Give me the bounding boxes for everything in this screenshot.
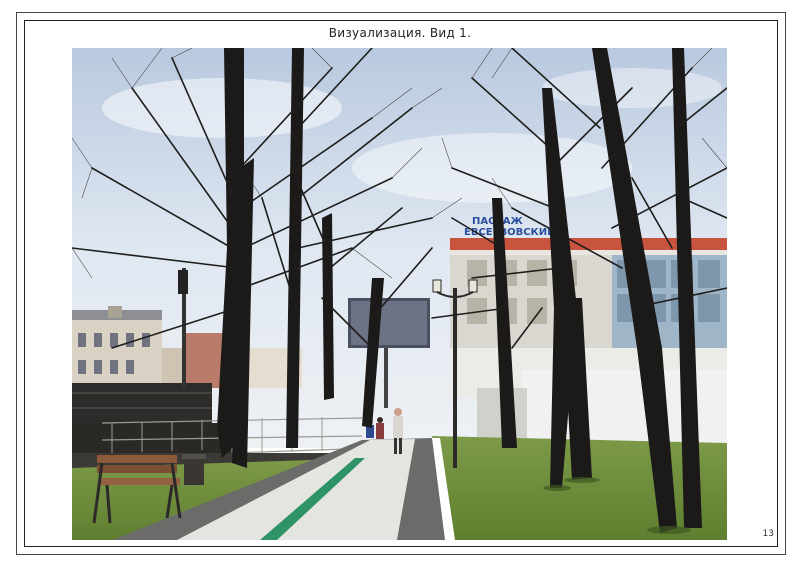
page-number: 13 [762,529,774,539]
page-title: Визуализация. Вид 1. [328,26,472,40]
visualization-image: ПАССАЖ ЕВСЕЕВОВСКИЙ [72,48,727,540]
